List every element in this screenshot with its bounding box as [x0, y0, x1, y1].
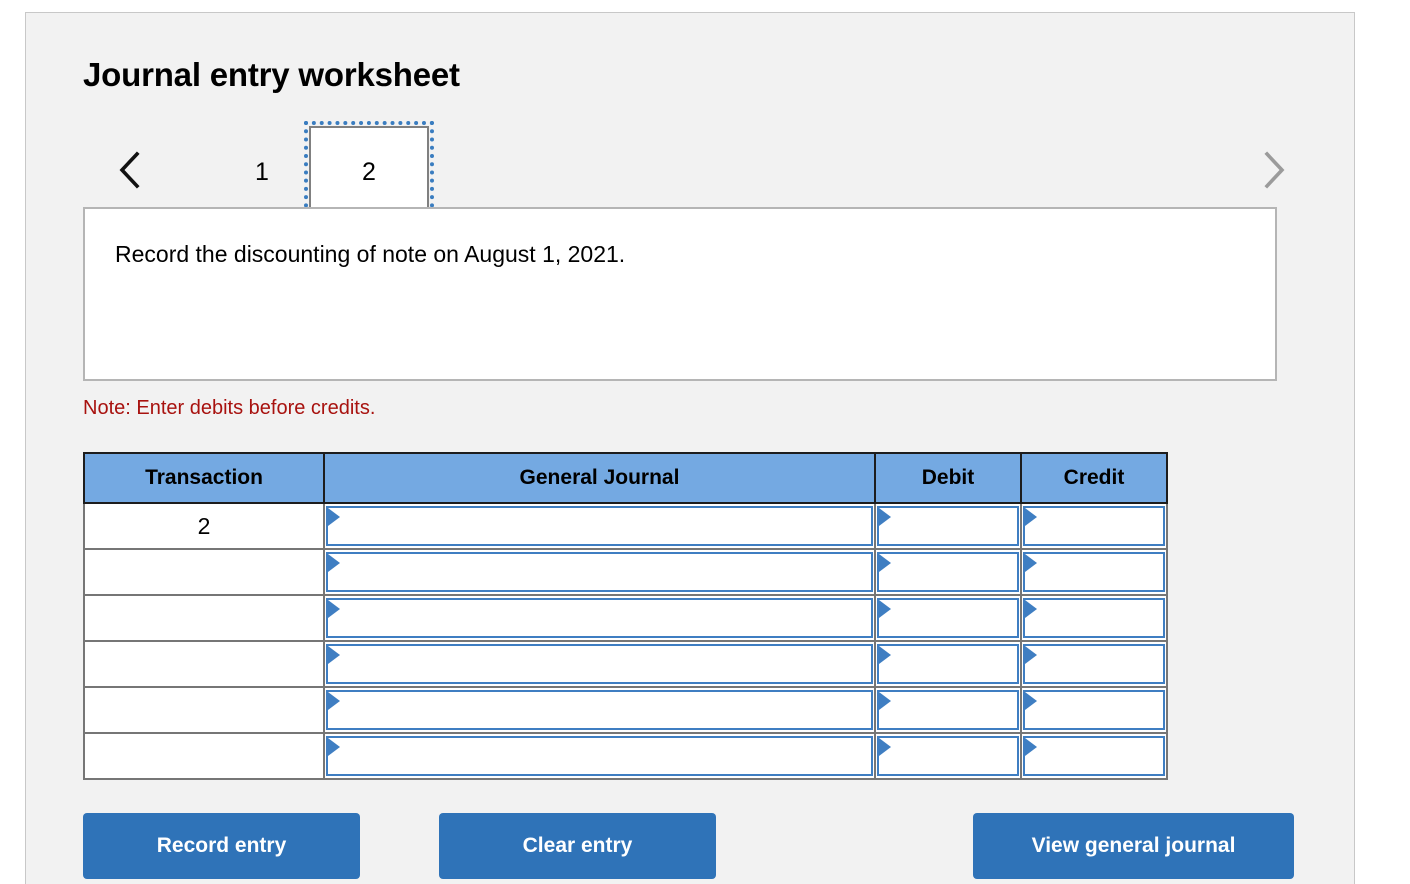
pager-tab-2[interactable]: 2: [304, 121, 434, 224]
credit-input[interactable]: [1023, 644, 1165, 684]
journal-entry-worksheet-screen: Journal entry worksheet 1 2 Record the d…: [0, 0, 1410, 884]
debit-input[interactable]: [877, 644, 1019, 684]
worksheet-panel: Journal entry worksheet 1 2 Record the d…: [25, 12, 1355, 884]
credit-input[interactable]: [1023, 598, 1165, 638]
entry-description-text: Record the discounting of note on August…: [115, 241, 626, 267]
debit-input[interactable]: [877, 506, 1019, 546]
general-journal-input-cell[interactable]: [323, 732, 876, 780]
general-journal-input-cell[interactable]: [323, 502, 876, 550]
pager-tab-2-label: 2: [362, 158, 376, 186]
dropdown-marker-icon: [879, 646, 891, 664]
clear-entry-button[interactable]: Clear entry: [439, 813, 716, 879]
debit-input[interactable]: [877, 736, 1019, 776]
previous-entry-button[interactable]: [113, 146, 147, 194]
table-row: [83, 594, 1168, 642]
chevron-left-icon: [117, 150, 143, 190]
credit-input[interactable]: [1023, 690, 1165, 730]
page-title: Journal entry worksheet: [83, 56, 460, 93]
general-journal-input[interactable]: [326, 690, 873, 730]
dropdown-marker-icon: [328, 646, 340, 664]
table-header-row: Transaction General Journal Debit Credit: [83, 452, 1168, 504]
dropdown-marker-icon: [879, 738, 891, 756]
dropdown-marker-icon: [1025, 508, 1037, 526]
dropdown-marker-icon: [1025, 646, 1037, 664]
debit-input[interactable]: [877, 690, 1019, 730]
general-journal-input[interactable]: [326, 644, 873, 684]
table-row: [83, 548, 1168, 596]
table-row: [83, 686, 1168, 734]
dropdown-marker-icon: [1025, 554, 1037, 572]
credit-input-cell[interactable]: [1020, 502, 1168, 550]
debit-input[interactable]: [877, 552, 1019, 592]
header-general-journal: General Journal: [323, 452, 876, 504]
dropdown-marker-icon: [1025, 738, 1037, 756]
credit-input[interactable]: [1023, 506, 1165, 546]
table-row: [83, 640, 1168, 688]
general-journal-input-cell[interactable]: [323, 686, 876, 734]
journal-entry-table-body: 2: [83, 502, 1168, 780]
dropdown-marker-icon: [879, 600, 891, 618]
transaction-number-cell: 2: [83, 502, 325, 550]
credit-input-cell[interactable]: [1020, 640, 1168, 688]
credit-input[interactable]: [1023, 736, 1165, 776]
general-journal-input[interactable]: [326, 598, 873, 638]
record-entry-button[interactable]: Record entry: [83, 813, 360, 879]
next-entry-button[interactable]: [1256, 146, 1290, 194]
pager-tab-1[interactable]: 1: [233, 126, 291, 219]
debit-input-cell[interactable]: [874, 640, 1022, 688]
dropdown-marker-icon: [1025, 600, 1037, 618]
general-journal-input-cell[interactable]: [323, 640, 876, 688]
dropdown-marker-icon: [328, 738, 340, 756]
dropdown-marker-icon: [328, 600, 340, 618]
credit-input[interactable]: [1023, 552, 1165, 592]
table-row: 2: [83, 502, 1168, 550]
view-general-journal-button[interactable]: View general journal: [973, 813, 1294, 879]
dropdown-marker-icon: [879, 508, 891, 526]
debits-before-credits-note: Note: Enter debits before credits.: [83, 397, 376, 419]
debit-input-cell[interactable]: [874, 502, 1022, 550]
dropdown-marker-icon: [879, 554, 891, 572]
dropdown-marker-icon: [328, 554, 340, 572]
dropdown-marker-icon: [328, 692, 340, 710]
journal-entry-table: Transaction General Journal Debit Credit…: [83, 452, 1168, 780]
debit-input-cell[interactable]: [874, 686, 1022, 734]
transaction-number-cell: [83, 548, 325, 596]
entry-pager: 1 2: [83, 121, 1298, 224]
dropdown-marker-icon: [328, 508, 340, 526]
debit-input-cell[interactable]: [874, 732, 1022, 780]
general-journal-input-cell[interactable]: [323, 594, 876, 642]
debit-input[interactable]: [877, 598, 1019, 638]
header-transaction: Transaction: [83, 452, 325, 504]
transaction-number-cell: [83, 594, 325, 642]
chevron-right-icon: [1260, 150, 1286, 190]
debit-input-cell[interactable]: [874, 594, 1022, 642]
pager-tab-1-label: 1: [255, 158, 269, 186]
transaction-number-cell: [83, 686, 325, 734]
dropdown-marker-icon: [1025, 692, 1037, 710]
entry-description-box: Record the discounting of note on August…: [83, 207, 1277, 381]
dropdown-marker-icon: [879, 692, 891, 710]
transaction-number-cell: [83, 732, 325, 780]
general-journal-input-cell[interactable]: [323, 548, 876, 596]
header-credit: Credit: [1020, 452, 1168, 504]
credit-input-cell[interactable]: [1020, 548, 1168, 596]
general-journal-input[interactable]: [326, 506, 873, 546]
debit-input-cell[interactable]: [874, 548, 1022, 596]
credit-input-cell[interactable]: [1020, 594, 1168, 642]
credit-input-cell[interactable]: [1020, 686, 1168, 734]
transaction-number-cell: [83, 640, 325, 688]
credit-input-cell[interactable]: [1020, 732, 1168, 780]
general-journal-input[interactable]: [326, 736, 873, 776]
table-row: [83, 732, 1168, 780]
header-debit: Debit: [874, 452, 1022, 504]
general-journal-input[interactable]: [326, 552, 873, 592]
